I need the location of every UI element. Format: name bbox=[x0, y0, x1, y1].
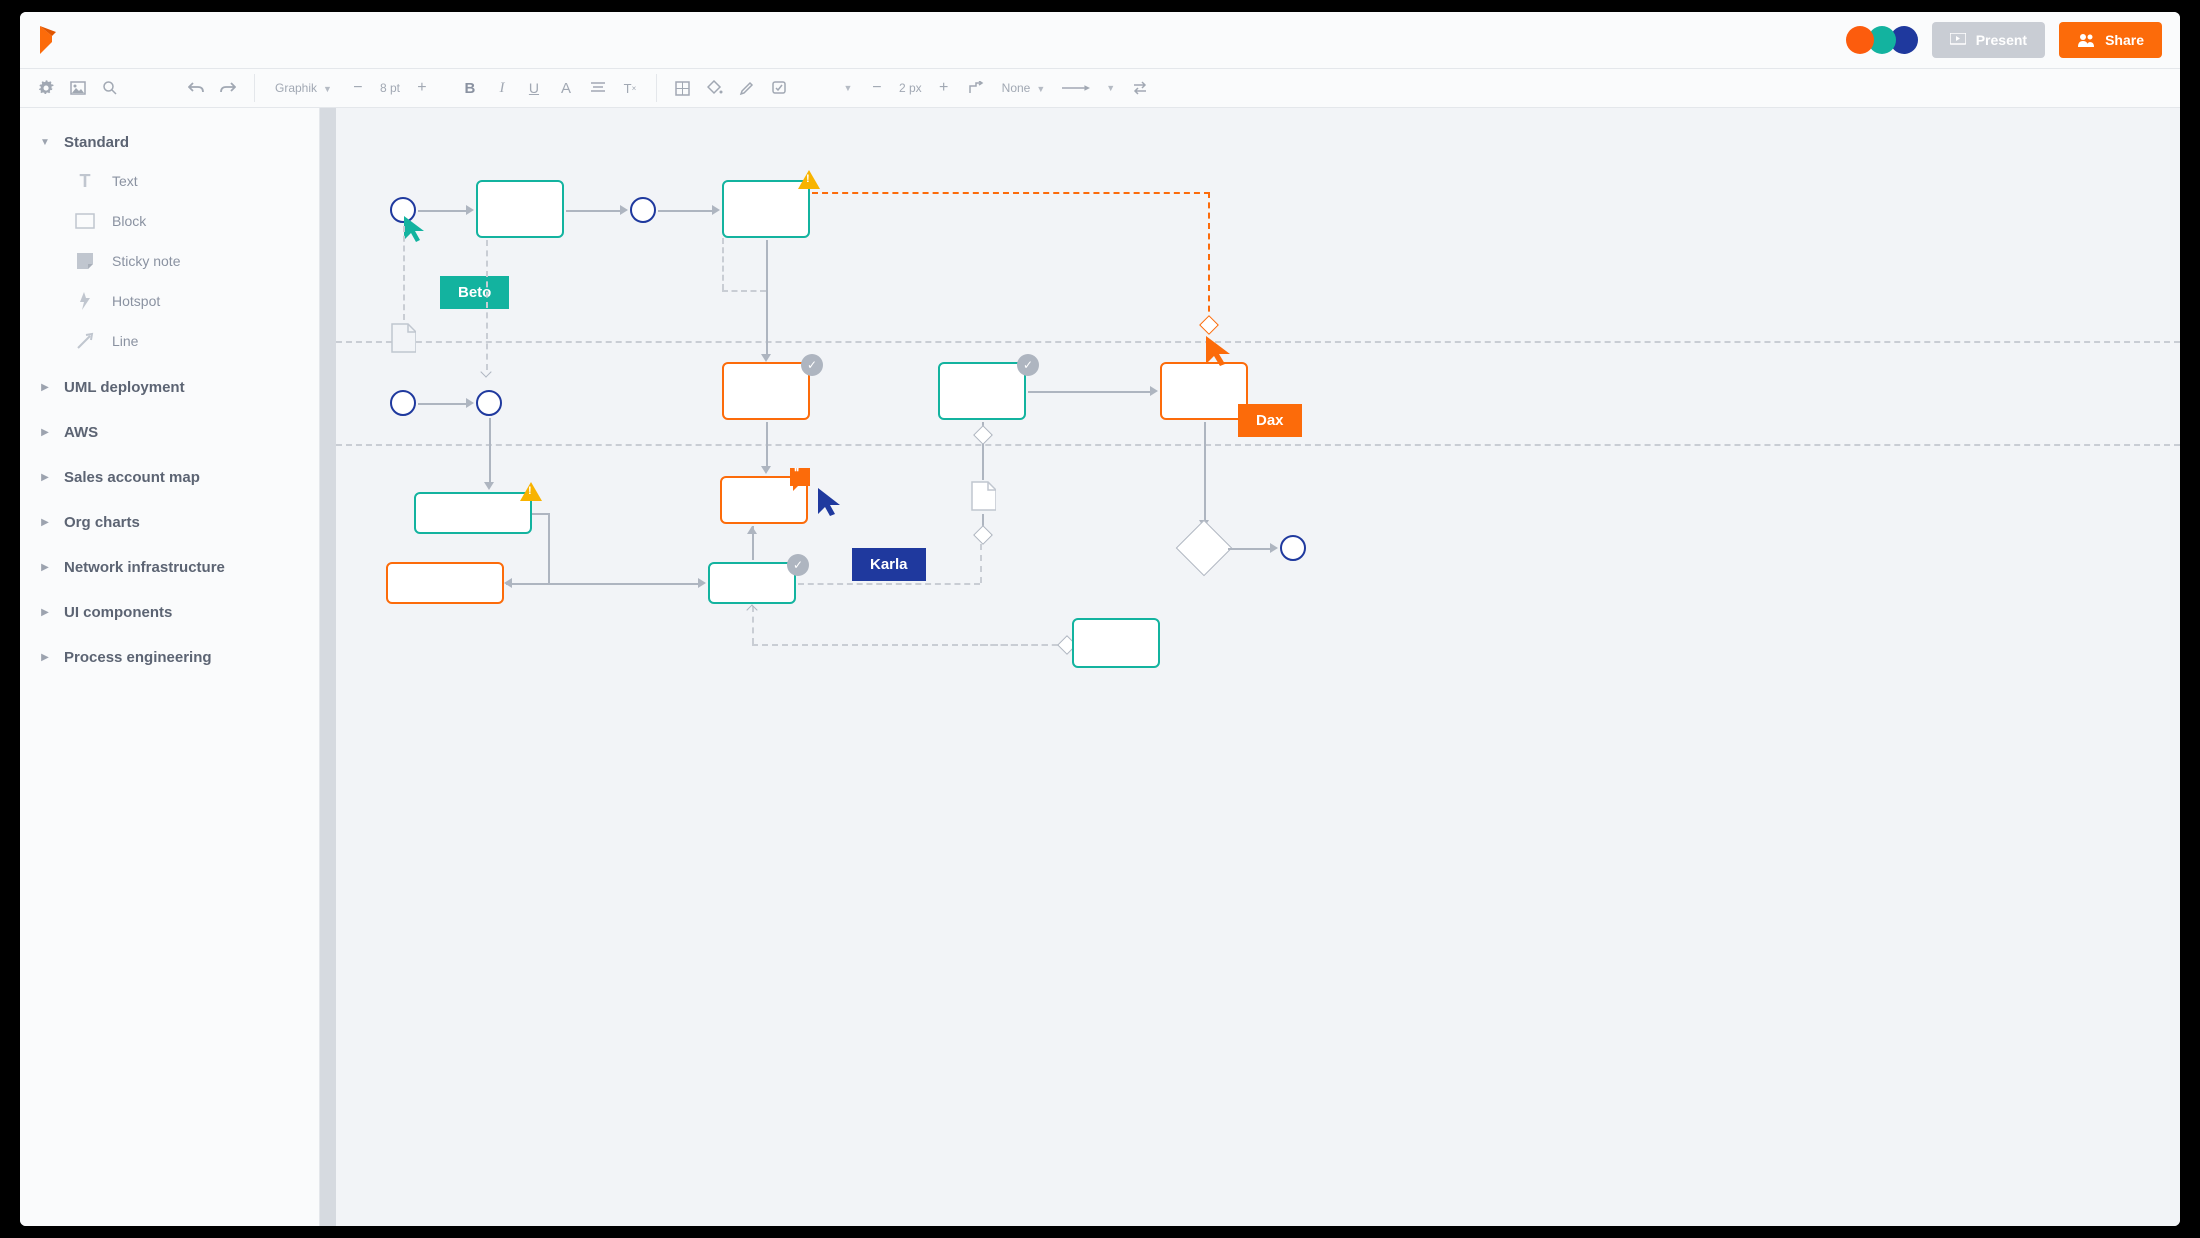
collaborator-cursor-karla bbox=[816, 486, 844, 518]
shape-library-sidebar: ▼ Standard T Text Block Sticky note bbox=[20, 108, 320, 1226]
warning-badge bbox=[798, 170, 820, 189]
search-icon[interactable] bbox=[96, 74, 124, 102]
image-icon[interactable] bbox=[64, 74, 92, 102]
collaborator-cursor-beto bbox=[402, 214, 428, 244]
font-size-value[interactable]: 8 pt bbox=[376, 81, 404, 95]
play-icon bbox=[1950, 33, 1966, 47]
decision-node[interactable] bbox=[973, 525, 993, 545]
chevron-right-icon: ▶ bbox=[40, 563, 50, 573]
swimlane-divider bbox=[336, 444, 2180, 446]
process-block[interactable] bbox=[938, 362, 1026, 420]
font-size-increase[interactable]: + bbox=[408, 74, 436, 102]
sidebar-item-text[interactable]: T Text bbox=[74, 161, 299, 201]
chevron-right-icon: ▶ bbox=[40, 428, 50, 438]
present-button[interactable]: Present bbox=[1932, 22, 2045, 58]
comment-badge[interactable] bbox=[790, 468, 810, 486]
undo-icon[interactable] bbox=[182, 74, 210, 102]
intermediate-node[interactable] bbox=[476, 390, 502, 416]
chevron-right-icon: ▶ bbox=[40, 653, 50, 663]
sidebar-item-line[interactable]: Line bbox=[74, 321, 299, 361]
pencil-icon[interactable] bbox=[733, 74, 761, 102]
sidebar-section-ui[interactable]: ▶UI components bbox=[40, 594, 299, 631]
border-width-decrease[interactable]: − bbox=[863, 74, 891, 102]
check-badge: ✓ bbox=[787, 554, 809, 576]
hotspot-icon bbox=[74, 290, 96, 312]
border-width-value[interactable]: 2 px bbox=[895, 81, 926, 95]
sidebar-section-standard[interactable]: ▼ Standard bbox=[40, 124, 299, 161]
start-node[interactable] bbox=[390, 390, 416, 416]
stamp-icon[interactable] bbox=[765, 74, 793, 102]
arrow-style-icon[interactable] bbox=[1062, 74, 1090, 102]
check-badge: ✓ bbox=[801, 354, 823, 376]
chevron-right-icon: ▶ bbox=[40, 608, 50, 618]
canvas[interactable]: Beto ✓ ✓ bbox=[320, 108, 2180, 1226]
swap-icon[interactable] bbox=[1126, 74, 1154, 102]
fill-icon[interactable] bbox=[701, 74, 729, 102]
process-block[interactable] bbox=[722, 362, 810, 420]
share-button[interactable]: Share bbox=[2059, 22, 2162, 58]
decision-node[interactable] bbox=[1199, 315, 1219, 335]
sidebar-section-uml[interactable]: ▶UML deployment bbox=[40, 369, 299, 406]
collaborator-label-dax: Dax bbox=[1238, 404, 1302, 437]
shape-icon[interactable] bbox=[669, 74, 697, 102]
file-icon bbox=[390, 322, 416, 354]
sidebar-section-aws[interactable]: ▶AWS bbox=[40, 414, 299, 451]
collaborator-label-karla: Karla bbox=[852, 548, 926, 581]
decision-node-large[interactable] bbox=[1176, 520, 1233, 577]
toolbar: Graphik▼ − 8 pt + B I U A T× ▼ − 2 px + … bbox=[20, 68, 2180, 108]
logo[interactable] bbox=[38, 24, 60, 56]
avatar-1[interactable] bbox=[1846, 26, 1874, 54]
border-style-select[interactable]: ▼ bbox=[831, 74, 859, 102]
line-icon bbox=[74, 330, 96, 352]
end-node[interactable] bbox=[1280, 535, 1306, 561]
line-routing-icon[interactable] bbox=[962, 74, 990, 102]
people-icon bbox=[2077, 33, 2095, 47]
chevron-down-icon: ▼ bbox=[40, 138, 50, 148]
process-block[interactable] bbox=[708, 562, 796, 604]
arrow-style-chev[interactable]: ▼ bbox=[1094, 74, 1122, 102]
process-block[interactable] bbox=[722, 180, 810, 238]
warning-badge bbox=[520, 482, 542, 501]
sidebar-item-hotspot[interactable]: Hotspot bbox=[74, 281, 299, 321]
sidebar-item-sticky[interactable]: Sticky note bbox=[74, 241, 299, 281]
sidebar-section-org[interactable]: ▶Org charts bbox=[40, 504, 299, 541]
process-block[interactable] bbox=[476, 180, 564, 238]
block-icon bbox=[74, 210, 96, 232]
collaborator-avatars[interactable] bbox=[1852, 26, 1918, 54]
sidebar-item-block[interactable]: Block bbox=[74, 201, 299, 241]
line-end-select[interactable]: None▼ bbox=[994, 81, 1058, 95]
sidebar-section-sales[interactable]: ▶Sales account map bbox=[40, 459, 299, 496]
text-icon: T bbox=[74, 170, 96, 192]
chevron-right-icon: ▶ bbox=[40, 383, 50, 393]
underline-icon[interactable]: U bbox=[520, 74, 548, 102]
intermediate-node[interactable] bbox=[630, 197, 656, 223]
process-block[interactable] bbox=[1072, 618, 1160, 668]
text-clear-icon[interactable]: T× bbox=[616, 74, 644, 102]
italic-icon[interactable]: I bbox=[488, 74, 516, 102]
align-icon[interactable] bbox=[584, 74, 612, 102]
settings-icon[interactable] bbox=[32, 74, 60, 102]
sidebar-section-network[interactable]: ▶Network infrastructure bbox=[40, 549, 299, 586]
chevron-right-icon: ▶ bbox=[40, 518, 50, 528]
text-color-icon[interactable]: A bbox=[552, 74, 580, 102]
process-block[interactable] bbox=[414, 492, 532, 534]
collaborator-cursor-dax bbox=[1204, 334, 1234, 368]
decision-node[interactable] bbox=[973, 425, 993, 445]
redo-icon[interactable] bbox=[214, 74, 242, 102]
swimlane-divider bbox=[336, 341, 2180, 343]
check-badge: ✓ bbox=[1017, 354, 1039, 376]
border-width-increase[interactable]: + bbox=[930, 74, 958, 102]
sticky-icon bbox=[74, 250, 96, 272]
vertical-ruler bbox=[320, 108, 336, 1226]
file-icon bbox=[970, 480, 996, 512]
font-size-decrease[interactable]: − bbox=[344, 74, 372, 102]
chevron-right-icon: ▶ bbox=[40, 473, 50, 483]
collaborator-label-beto: Beto bbox=[440, 276, 509, 309]
sidebar-section-process[interactable]: ▶Process engineering bbox=[40, 639, 299, 676]
font-family-select[interactable]: Graphik▼ bbox=[267, 81, 340, 95]
app-header: Present Share bbox=[20, 12, 2180, 68]
process-block[interactable] bbox=[1160, 362, 1248, 420]
bold-icon[interactable]: B bbox=[456, 74, 484, 102]
process-block[interactable] bbox=[386, 562, 504, 604]
